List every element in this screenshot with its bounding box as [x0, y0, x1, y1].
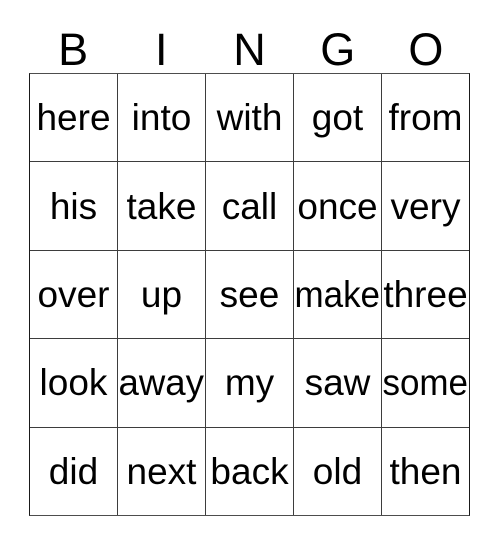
bingo-cell[interactable]: from	[381, 74, 469, 162]
bingo-cell[interactable]: did	[30, 427, 117, 516]
bingo-cell[interactable]: into	[117, 74, 205, 162]
bingo-cell[interactable]: here	[30, 74, 117, 162]
bingo-cell-word: up	[140, 274, 183, 316]
bingo-cell-word: his	[49, 185, 98, 227]
bingo-cell-word: did	[48, 450, 99, 492]
bingo-cell-word: look	[39, 362, 108, 404]
bingo-header-cell-g: G	[294, 22, 382, 72]
bingo-cell-word: take	[126, 185, 197, 227]
bingo-header-letter-n: N	[233, 24, 266, 75]
bingo-row: his take call once very	[30, 161, 469, 250]
bingo-cell[interactable]: three	[381, 250, 469, 339]
bingo-cell[interactable]: away	[117, 339, 205, 427]
bingo-row: look away my saw some	[30, 338, 469, 427]
bingo-cell-word: call	[221, 185, 278, 227]
bingo-header-cell-n: N	[205, 22, 293, 72]
bingo-cell-word: over	[37, 274, 110, 316]
bingo-cell[interactable]: back	[205, 427, 293, 516]
bingo-cell[interactable]: over	[30, 250, 117, 339]
bingo-cell[interactable]: very	[381, 162, 469, 250]
bingo-row: here into with got from	[30, 74, 469, 162]
bingo-cell-word: away	[118, 362, 205, 404]
bingo-header-row: B I N G O	[29, 22, 470, 72]
bingo-header-letter-b: B	[58, 24, 89, 75]
bingo-cell[interactable]: see	[205, 250, 293, 339]
bingo-cell[interactable]: then	[381, 427, 469, 516]
bingo-cell-word: here	[36, 97, 111, 139]
bingo-cell[interactable]: my	[205, 339, 293, 427]
bingo-cell-word: old	[312, 450, 363, 492]
bingo-cell-word: once	[297, 185, 378, 227]
bingo-cell-word: make	[294, 274, 381, 316]
bingo-cell-word: with	[216, 97, 283, 139]
bingo-cell[interactable]: up	[117, 250, 205, 339]
bingo-card: B I N G O here into with got from his ta…	[0, 0, 500, 544]
bingo-cell[interactable]: once	[293, 162, 381, 250]
bingo-header-letter-o: O	[408, 24, 444, 75]
bingo-header-cell-b: B	[29, 22, 117, 72]
bingo-cell-word: into	[131, 97, 192, 139]
bingo-header-letter-i: I	[155, 24, 168, 75]
bingo-cell-word: some	[382, 362, 469, 404]
bingo-header-cell-i: I	[117, 22, 205, 72]
bingo-cell-word: saw	[304, 362, 371, 404]
bingo-grid: here into with got from his take call on…	[29, 73, 470, 516]
bingo-cell-word: then	[389, 450, 462, 492]
bingo-cell-word: got	[311, 97, 364, 139]
bingo-cell-word: back	[210, 450, 289, 492]
bingo-header-letter-g: G	[320, 24, 356, 75]
bingo-cell[interactable]: make	[293, 250, 381, 339]
bingo-cell-word: see	[219, 274, 280, 316]
bingo-row: over up see make three	[30, 249, 469, 339]
bingo-row: did next back old then	[30, 426, 469, 516]
bingo-cell-word: next	[126, 450, 197, 492]
bingo-cell-word: my	[224, 362, 275, 404]
bingo-cell[interactable]: next	[117, 427, 205, 516]
bingo-cell[interactable]: saw	[293, 339, 381, 427]
bingo-cell[interactable]: with	[205, 74, 293, 162]
bingo-cell[interactable]: take	[117, 162, 205, 250]
bingo-cell[interactable]: look	[30, 339, 117, 427]
bingo-header-cell-o: O	[382, 22, 470, 72]
bingo-cell-word: three	[383, 274, 468, 316]
bingo-cell-word: from	[388, 97, 463, 139]
bingo-cell-word: very	[390, 185, 461, 227]
bingo-cell[interactable]: got	[293, 74, 381, 162]
bingo-cell[interactable]: his	[30, 162, 117, 250]
bingo-cell[interactable]: old	[293, 427, 381, 516]
bingo-cell[interactable]: some	[381, 339, 469, 427]
bingo-cell[interactable]: call	[205, 162, 293, 250]
